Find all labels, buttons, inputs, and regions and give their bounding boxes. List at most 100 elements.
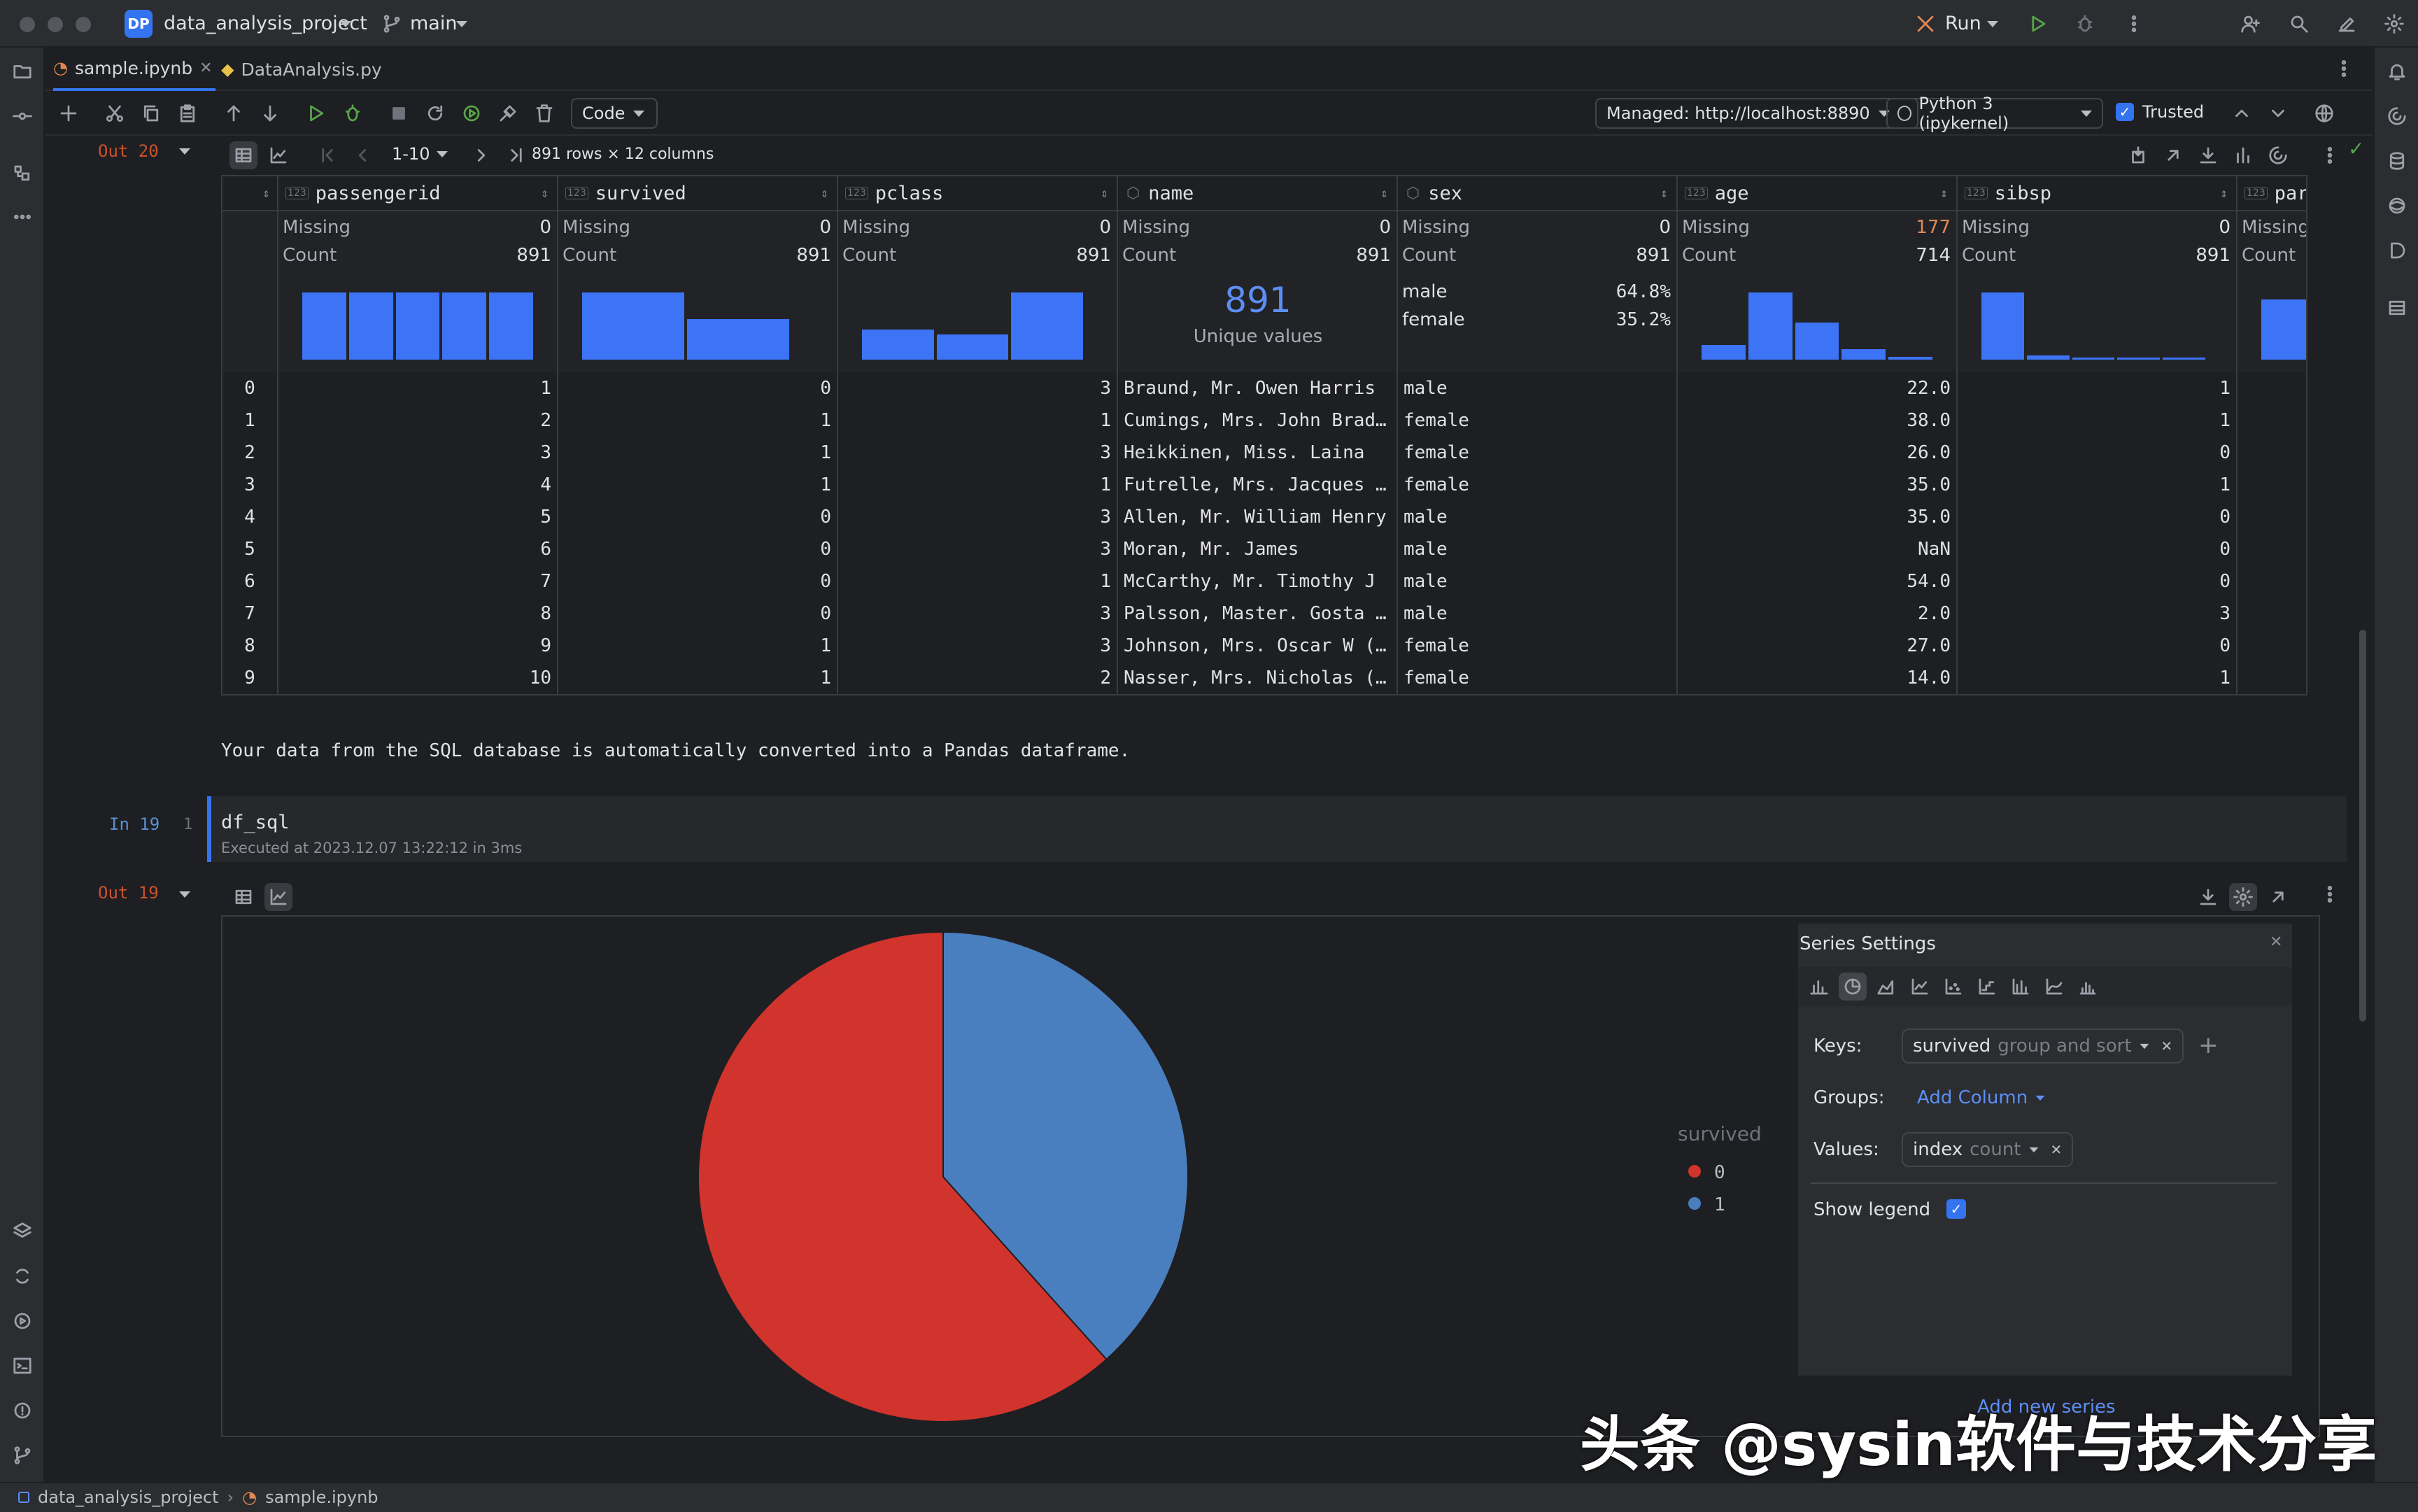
table-view-icon[interactable] — [229, 141, 257, 169]
problems-icon[interactable] — [8, 1397, 36, 1425]
cell-parch[interactable] — [2237, 630, 2306, 662]
cell-sibsp[interactable]: 1 — [1958, 372, 2237, 404]
stacked-bar-icon[interactable] — [2007, 973, 2035, 1001]
close-window-button[interactable] — [20, 17, 35, 32]
sort-icon[interactable]: ⇕ — [821, 186, 828, 201]
run-all-icon[interactable] — [458, 99, 486, 127]
cell-survived[interactable]: 0 — [558, 533, 838, 565]
column-header-name[interactable]: ⬡ name ⇕ — [1118, 176, 1398, 211]
table-row[interactable]: 6 7 0 1 McCarthy, Mr. Timothy Jmale 54.0 0 — [222, 565, 2306, 598]
cut-icon[interactable] — [101, 99, 129, 127]
commit-icon[interactable] — [8, 102, 36, 130]
open-in-new-icon[interactable] — [2264, 883, 2292, 911]
cell-passengerid[interactable]: 8 — [278, 598, 558, 630]
index-header[interactable]: ⇕ — [222, 176, 278, 211]
cell-age[interactable]: 35.0 — [1678, 501, 1958, 533]
breadcrumb-file[interactable]: sample.ipynb — [265, 1488, 378, 1507]
documentation-icon[interactable] — [2383, 236, 2411, 264]
column-header-survived[interactable]: 123 survived ⇕ — [558, 176, 838, 211]
column-stats-icon[interactable] — [2229, 141, 2257, 169]
cell-survived[interactable]: 1 — [558, 404, 838, 437]
column-header-parch[interactable]: 123 par — [2237, 176, 2306, 211]
run-icon[interactable] — [2023, 10, 2051, 38]
database-icon[interactable] — [2383, 147, 2411, 175]
cell-idx[interactable]: 1 — [222, 404, 278, 437]
cell-sex[interactable]: male — [1398, 598, 1678, 630]
cell-name[interactable]: Palsson, Master. Gosta … — [1118, 598, 1398, 630]
cell-age[interactable]: 22.0 — [1678, 372, 1958, 404]
cell-survived[interactable]: 0 — [558, 565, 838, 598]
cell-passengerid[interactable]: 7 — [278, 565, 558, 598]
cell-age[interactable]: 27.0 — [1678, 630, 1958, 662]
copy-icon[interactable] — [137, 99, 165, 127]
cell-passengerid[interactable]: 3 — [278, 437, 558, 469]
cell-sibsp[interactable]: 0 — [1958, 630, 2237, 662]
vertical-scrollbar[interactable] — [2359, 630, 2366, 1022]
table-view-icon[interactable] — [229, 883, 257, 911]
cell-pclass[interactable]: 3 — [838, 372, 1118, 404]
cell-parch[interactable] — [2237, 565, 2306, 598]
cell-sibsp[interactable]: 0 — [1958, 437, 2237, 469]
column-header-passengerid[interactable]: 123 passengerid ⇕ — [278, 176, 558, 211]
cell-name[interactable]: Heikkinen, Miss. Laina — [1118, 437, 1398, 469]
column-header-pclass[interactable]: 123 pclass ⇕ — [838, 176, 1118, 211]
markdown-cell-text[interactable]: Your data from the SQL database is autom… — [221, 740, 1130, 761]
branch-name[interactable]: main — [410, 13, 457, 34]
folder-icon[interactable] — [8, 57, 36, 85]
cell-sex[interactable]: female — [1398, 469, 1678, 501]
cell-pclass[interactable]: 1 — [838, 404, 1118, 437]
table-row[interactable]: 3 4 1 1 Futrelle, Mrs. Jacques … female 35.0 1 — [222, 469, 2306, 501]
cell-parch[interactable] — [2237, 437, 2306, 469]
legend-marker[interactable] — [1688, 1197, 1701, 1210]
jupyter-icon[interactable] — [2383, 192, 2411, 220]
page-range-select[interactable]: 1-10 — [392, 144, 448, 164]
column-header-sex[interactable]: ⬡ sex ⇕ — [1398, 176, 1678, 211]
cell-parch[interactable] — [2237, 469, 2306, 501]
cell-passengerid[interactable]: 5 — [278, 501, 558, 533]
cell-name[interactable]: Moran, Mr. James — [1118, 533, 1398, 565]
trusted-toggle[interactable]: ✓ Trusted — [2116, 102, 2204, 122]
cell-survived[interactable]: 0 — [558, 501, 838, 533]
chevron-down-icon[interactable] — [2140, 1043, 2149, 1049]
globe-icon[interactable] — [2310, 99, 2338, 127]
chevron-down-icon[interactable] — [2029, 1147, 2038, 1152]
debug-icon[interactable] — [2071, 10, 2099, 38]
cell-parch[interactable] — [2237, 404, 2306, 437]
add-cell-icon[interactable] — [55, 99, 83, 127]
legend-marker[interactable] — [1688, 1165, 1701, 1178]
debug-cell-icon[interactable] — [339, 99, 367, 127]
ai-assistant-icon[interactable] — [2383, 102, 2411, 130]
cell-passengerid[interactable]: 10 — [278, 662, 558, 694]
cell-parch[interactable] — [2237, 533, 2306, 565]
cell-type-select[interactable]: Code — [571, 98, 658, 129]
spline-chart-icon[interactable] — [2040, 973, 2068, 1001]
bar-chart-icon[interactable] — [1805, 973, 1833, 1001]
cell-idx[interactable]: 6 — [222, 565, 278, 598]
cell-age[interactable]: 35.0 — [1678, 469, 1958, 501]
cell-passengerid[interactable]: 6 — [278, 533, 558, 565]
checkbox-checked-icon[interactable]: ✓ — [2116, 103, 2134, 121]
sort-icon[interactable]: ⇕ — [1101, 186, 1108, 201]
chevron-down-icon[interactable] — [2264, 99, 2292, 127]
gear-icon[interactable] — [2380, 10, 2408, 38]
cell-sibsp[interactable]: 0 — [1958, 565, 2237, 598]
breadcrumb-project[interactable]: data_analysis_project — [38, 1488, 219, 1507]
ai-assistant-icon[interactable] — [2264, 141, 2292, 169]
chevron-down-icon[interactable] — [456, 21, 467, 27]
cell-sex[interactable]: male — [1398, 501, 1678, 533]
table-row[interactable]: 2 3 1 3 Heikkinen, Miss. Laina female 26.0 0 — [222, 437, 2306, 469]
sort-icon[interactable]: ⇕ — [262, 186, 270, 201]
cell-age[interactable]: 2.0 — [1678, 598, 1958, 630]
cell-pclass[interactable]: 2 — [838, 662, 1118, 694]
arrow-up-icon[interactable] — [220, 99, 248, 127]
code-cell[interactable]: df_sql Executed at 2023.12.07 13:22:12 i… — [207, 796, 2347, 862]
code-line[interactable]: df_sql — [221, 812, 290, 833]
cell-sibsp[interactable]: 1 — [1958, 469, 2237, 501]
cell-name[interactable]: Nasser, Mrs. Nicholas (… — [1118, 662, 1398, 694]
more-vertical-icon[interactable] — [2316, 880, 2344, 908]
search-icon[interactable] — [2285, 10, 2313, 38]
cell-pclass[interactable]: 3 — [838, 501, 1118, 533]
structure-icon[interactable] — [8, 160, 36, 188]
restart-kernel-icon[interactable] — [421, 99, 449, 127]
collapse-chevron-icon[interactable] — [179, 148, 190, 155]
